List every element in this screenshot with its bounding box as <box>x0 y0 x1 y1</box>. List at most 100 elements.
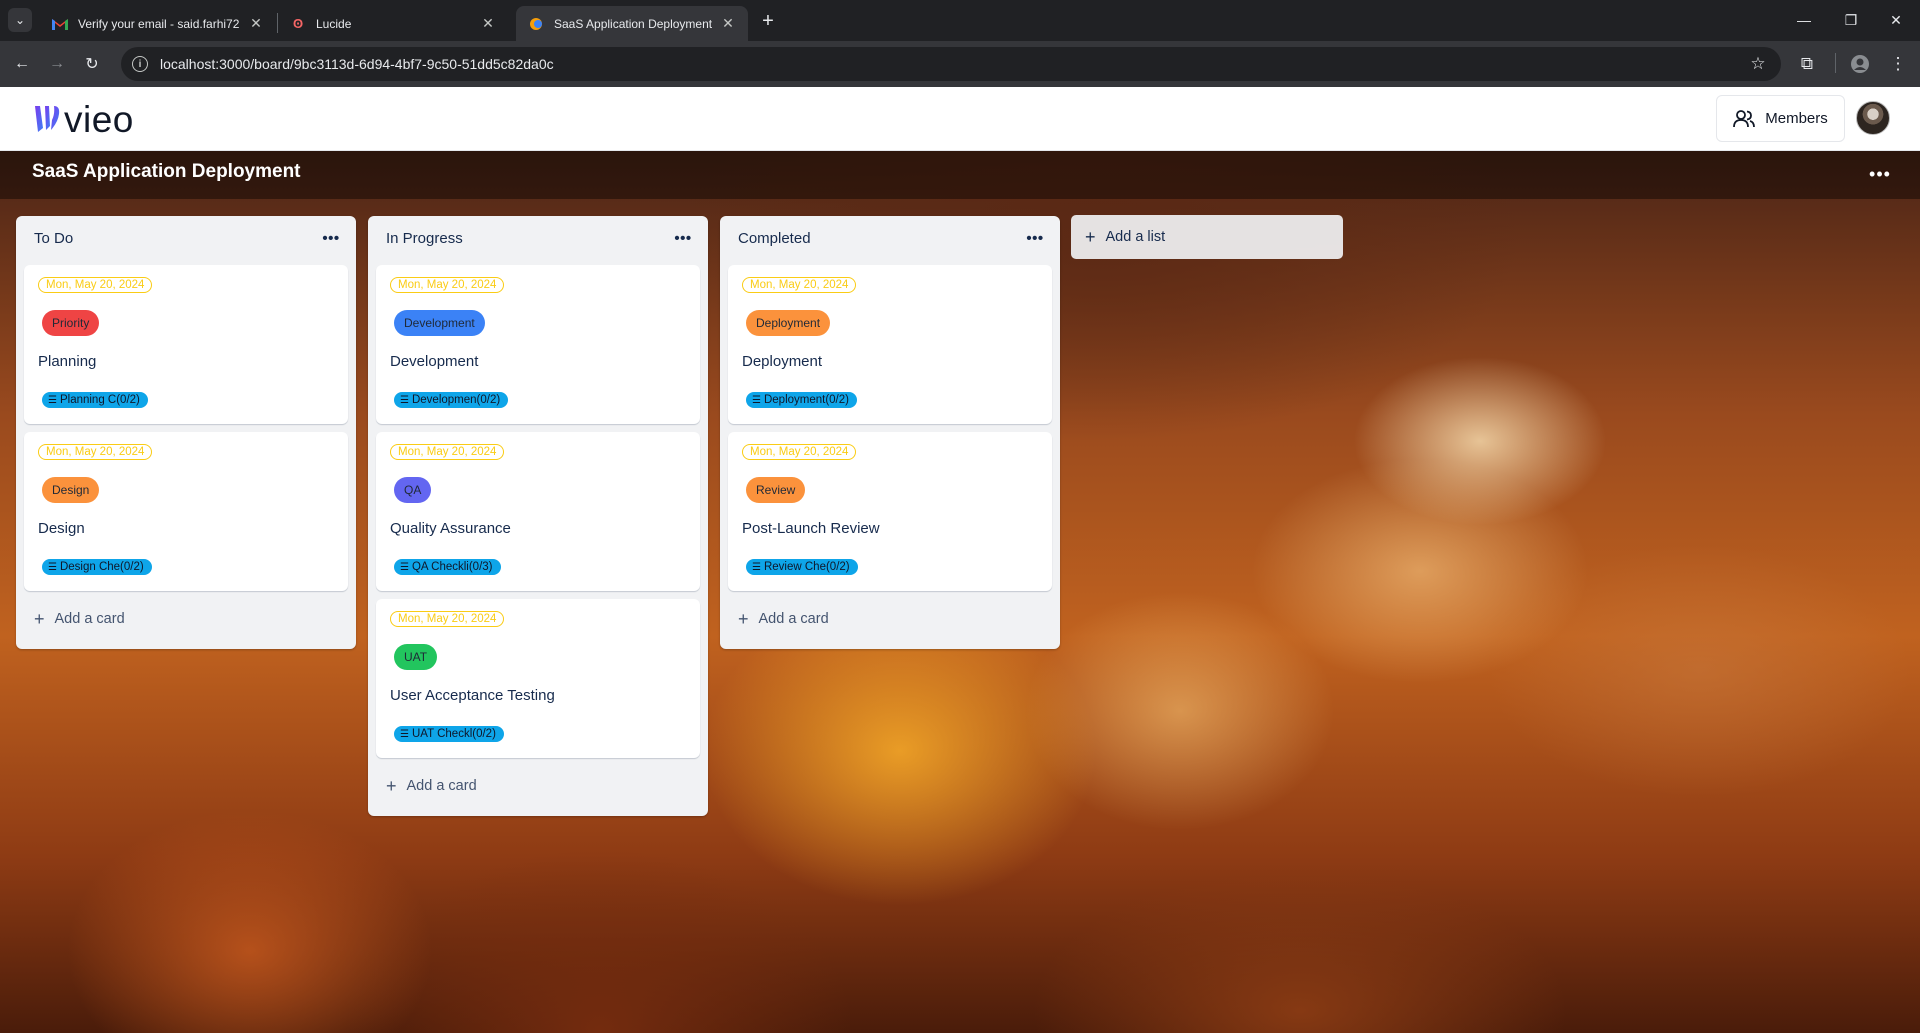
tab-board-active[interactable]: SaaS Application Deployment | ✕ <box>516 6 748 41</box>
checklist-badge: ☰ UAT Checkl(0/2) <box>394 726 504 742</box>
tab-title: SaaS Application Deployment | <box>554 16 712 31</box>
checklist-badge: ☰ Review Che(0/2) <box>746 559 858 575</box>
card-title: Planning <box>38 353 97 370</box>
card-design[interactable]: Mon, May 20, 2024 Design Design ☰ Design … <box>24 432 348 591</box>
plus-icon: + <box>386 775 397 796</box>
members-button[interactable]: Members <box>1716 95 1845 142</box>
minimize-icon[interactable]: — <box>1789 8 1819 32</box>
card-tag: Priority <box>42 310 100 336</box>
board-canvas: SaaS Application Deployment ••• To Do ••… <box>0 151 1920 1033</box>
plus-icon: + <box>1085 226 1096 247</box>
back-icon[interactable]: ← <box>10 52 34 76</box>
card-date-badge: Mon, May 20, 2024 <box>38 444 153 460</box>
card-date-badge: Mon, May 20, 2024 <box>390 277 505 293</box>
url-text[interactable]: localhost:3000/board/9bc3113d-6d94-4bf7-… <box>160 56 554 72</box>
card-date-badge: Mon, May 20, 2024 <box>390 611 505 627</box>
card-title: Post-Launch Review <box>742 520 880 537</box>
card-planning[interactable]: Mon, May 20, 2024 Priority Planning ☰ Pla… <box>24 265 348 424</box>
list-more-options-icon[interactable]: ••• <box>672 227 694 249</box>
list-to-do: To Do ••• Mon, May 20, 2024 Priority Pla… <box>16 216 356 649</box>
list-in-progress: In Progress ••• Mon, May 20, 2024 Develo… <box>368 216 708 816</box>
tab-search-chevron-icon[interactable]: ⌄ <box>8 8 32 32</box>
site-info-icon[interactable]: i <box>132 56 148 72</box>
checklist-icon: ☰ <box>400 561 409 573</box>
checklist-icon: ☰ <box>752 394 761 406</box>
close-tab-icon[interactable]: ✕ <box>248 15 264 32</box>
extensions-icon[interactable]: ⧉ <box>1795 52 1819 76</box>
browser-menu-icon[interactable]: ⋮ <box>1886 52 1910 76</box>
profile-icon[interactable] <box>1848 52 1872 76</box>
close-window-icon[interactable]: ✕ <box>1881 8 1911 32</box>
address-bar[interactable]: i localhost:3000/board/9bc3113d-6d94-4bf… <box>121 47 1781 81</box>
add-card-label: Add a card <box>758 611 829 627</box>
card-title: Development <box>390 353 479 370</box>
logo-mark-icon <box>35 106 60 132</box>
card-user-acceptance-testing[interactable]: Mon, May 20, 2024 UAT User Acceptance Te… <box>376 599 700 758</box>
checklist-badge: ☰ Design Che(0/2) <box>42 559 152 575</box>
checklist-icon: ☰ <box>400 728 409 740</box>
list-title[interactable]: Completed <box>738 230 811 247</box>
tab-lucide[interactable]: ʘ Lucide ✕ <box>278 6 508 41</box>
close-tab-icon[interactable]: ✕ <box>480 15 496 32</box>
lucide-icon: ʘ <box>292 16 304 31</box>
checklist-icon: ☰ <box>48 394 57 406</box>
card-quality-assurance[interactable]: Mon, May 20, 2024 QA Quality Assurance ☰… <box>376 432 700 591</box>
add-card-button[interactable]: + Add a card <box>376 766 700 806</box>
card-tag: Review <box>746 477 806 503</box>
list-title[interactable]: In Progress <box>386 230 463 247</box>
card-post-launch-review[interactable]: Mon, May 20, 2024 Review Post-Launch Rev… <box>728 432 1052 591</box>
card-title: User Acceptance Testing <box>390 687 555 704</box>
gmail-icon <box>52 16 68 32</box>
card-date-badge: Mon, May 20, 2024 <box>742 277 857 293</box>
plus-icon: + <box>34 608 45 629</box>
browser-toolbar: ← → ↻ i localhost:3000/board/9bc3113d-6d… <box>0 41 1920 87</box>
add-card-label: Add a card <box>54 611 125 627</box>
add-list-label: Add a list <box>1105 229 1166 245</box>
vieo-icon <box>528 16 544 32</box>
plus-icon: + <box>738 608 749 629</box>
list-more-options-icon[interactable]: ••• <box>320 227 342 249</box>
list-more-options-icon[interactable]: ••• <box>1024 227 1046 249</box>
checklist-icon: ☰ <box>400 394 409 406</box>
browser-tab-bar: ⌄ Verify your email - said.farhi72@ ✕ ʘ … <box>0 0 1920 41</box>
tab-title: Verify your email - said.farhi72@ <box>78 16 240 31</box>
app-logo[interactable]: vieo <box>32 100 134 138</box>
new-tab-icon[interactable]: + <box>756 9 780 33</box>
card-tag: Deployment <box>746 310 831 336</box>
users-icon <box>1733 109 1756 127</box>
tab-title: Lucide <box>316 16 352 31</box>
board-title[interactable]: SaaS Application Deployment <box>32 161 301 183</box>
restore-icon[interactable]: ❐ <box>1836 8 1866 32</box>
card-title: Quality Assurance <box>390 520 511 537</box>
bookmark-star-icon[interactable]: ☆ <box>1746 52 1770 76</box>
card-tag: Design <box>42 477 100 503</box>
add-card-button[interactable]: + Add a card <box>24 599 348 639</box>
card-date-badge: Mon, May 20, 2024 <box>390 444 505 460</box>
card-title: Design <box>38 520 85 537</box>
checklist-badge: ☰ Developmen(0/2) <box>394 392 509 408</box>
user-avatar[interactable] <box>1856 101 1890 135</box>
add-list-button[interactable]: + Add a list <box>1071 215 1343 259</box>
card-date-badge: Mon, May 20, 2024 <box>742 444 857 460</box>
card-date-badge: Mon, May 20, 2024 <box>38 277 153 293</box>
close-tab-icon[interactable]: ✕ <box>720 15 736 32</box>
add-card-button[interactable]: + Add a card <box>728 599 1052 639</box>
reload-icon[interactable]: ↻ <box>80 52 104 76</box>
logo-text: vieo <box>64 98 134 140</box>
card-development[interactable]: Mon, May 20, 2024 Development Developmen… <box>376 265 700 424</box>
checklist-badge: ☰ Deployment(0/2) <box>746 392 857 408</box>
card-tag: Development <box>394 310 485 336</box>
forward-icon[interactable]: → <box>45 52 69 76</box>
list-completed: Completed ••• Mon, May 20, 2024 Deployme… <box>720 216 1060 649</box>
tab-gmail[interactable]: Verify your email - said.farhi72@ ✕ <box>40 6 276 41</box>
checklist-badge: ☰ Planning C(0/2) <box>42 392 148 408</box>
members-label: Members <box>1765 110 1828 127</box>
add-card-label: Add a card <box>406 778 477 794</box>
board-title-bar: SaaS Application Deployment ••• <box>0 151 1920 199</box>
list-title[interactable]: To Do <box>34 230 73 247</box>
card-tag: QA <box>394 477 432 503</box>
checklist-badge: ☰ QA Checkli(0/3) <box>394 559 501 575</box>
card-deployment[interactable]: Mon, May 20, 2024 Deployment Deployment … <box>728 265 1052 424</box>
checklist-icon: ☰ <box>752 561 761 573</box>
board-more-options-icon[interactable]: ••• <box>1867 161 1893 187</box>
